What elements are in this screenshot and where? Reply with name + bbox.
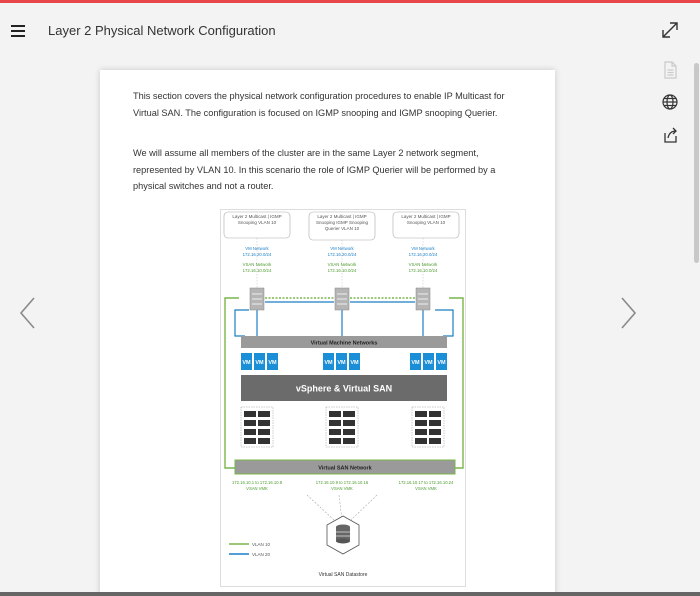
- server-group-2: [325, 406, 359, 448]
- svg-text:VM: VM: [350, 360, 359, 366]
- hamburger-icon[interactable]: [11, 25, 25, 37]
- host-1-vm-label: VM Network: [245, 246, 269, 251]
- svg-text:VM: VM: [324, 360, 333, 366]
- scrollbar[interactable]: [692, 55, 700, 596]
- vm-box: VM: [254, 353, 265, 370]
- server-group-1: [240, 406, 274, 448]
- host-1-vm-ip: 172.16.20.0/24: [243, 252, 272, 257]
- host-2-vsan-label: VSAN Network: [328, 262, 358, 267]
- callout-1: Layer 2 Multicast | IGMP Snooping VLAN 1…: [223, 211, 291, 239]
- host-3-vsan-ip: 172.16.10.0/24: [409, 268, 438, 273]
- vmk-label-3: VSAN VMK: [415, 486, 437, 491]
- vmk-range-1: 172.16.10.1 to 172.16.10.8: [232, 480, 283, 485]
- svg-text:VM: VM: [255, 360, 264, 366]
- datastore-icon: [326, 515, 360, 555]
- svg-text:VM: VM: [337, 360, 346, 366]
- share-icon[interactable]: [658, 123, 682, 147]
- host-2-vm-ip: 172.16.20.0/24: [328, 252, 357, 257]
- expand-icon[interactable]: [658, 18, 682, 42]
- vmk-label-1: VSAN VMK: [246, 486, 268, 491]
- callout-3: Layer 2 Multicast | IGMP Snooping VLAN 1…: [392, 211, 460, 239]
- vm-box: VM: [423, 353, 434, 370]
- vm-network-label: Virtual Machine Networks: [311, 341, 378, 347]
- host-1-vsan-label: VSAN Network: [243, 262, 273, 267]
- vm-box: VM: [410, 353, 421, 370]
- page-title: Layer 2 Physical Network Configuration: [48, 23, 276, 38]
- svg-text:VM: VM: [411, 360, 420, 366]
- vmk-range-2: 172.16.10.9 to 172.16.10.16: [316, 480, 369, 485]
- vsan-network-label: Virtual SAN Network: [318, 466, 372, 472]
- svg-text:VM: VM: [242, 360, 251, 366]
- legend-vlan20: VLAN 20: [252, 552, 271, 557]
- bottom-strip: [0, 592, 700, 596]
- switch-1: [249, 287, 265, 311]
- vm-box: VM: [349, 353, 360, 370]
- chevron-left-icon[interactable]: [18, 296, 38, 330]
- host-labels: VM Network 172.16.20.0/24 VSAN Network 1…: [243, 246, 439, 273]
- server-group-3: [411, 406, 445, 448]
- side-toolbar: [656, 0, 684, 596]
- vsphere-label: vSphere & Virtual SAN: [296, 384, 392, 394]
- document-page: This section covers the physical network…: [100, 70, 555, 596]
- document-icon[interactable]: [658, 58, 682, 82]
- host-3-vm-ip: 172.16.20.0/24: [409, 252, 438, 257]
- legend-vlan10: VLAN 10: [252, 542, 271, 547]
- datastore-label: Virtual SAN Datastore: [319, 572, 368, 578]
- callout-3-label: Layer 2 Multicast | IGMP Snooping VLAN 1…: [401, 214, 451, 225]
- network-diagram: Layer 2 Multicast | IGMP Snooping VLAN 1…: [220, 209, 466, 587]
- intro-paragraph: This section covers the physical network…: [133, 91, 505, 118]
- host-2-vsan-ip: 172.16.10.0/24: [328, 268, 357, 273]
- header: Layer 2 Physical Network Configuration: [0, 3, 700, 55]
- scenario-paragraph: We will assume all members of the cluste…: [133, 148, 496, 191]
- host-3-vsan-label: VSAN Network: [409, 262, 439, 267]
- vmk-range-3: 172.16.10.17 to 172.16.10.24: [399, 480, 454, 485]
- host-2-vm-label: VM Network: [330, 246, 354, 251]
- svg-text:VM: VM: [424, 360, 433, 366]
- callout-2: Layer 2 Multicast | IGMP Snooping IGMP S…: [308, 211, 376, 241]
- host-1-vsan-ip: 172.16.10.0/24: [243, 268, 272, 273]
- vmk-label-2: VSAN VMK: [331, 486, 353, 491]
- globe-icon[interactable]: [658, 90, 682, 114]
- vm-box: VM: [241, 353, 252, 370]
- callout-2-label: Layer 2 Multicast | IGMP Snooping IGMP S…: [316, 214, 368, 231]
- switch-2: [334, 287, 350, 311]
- scrollbar-thumb[interactable]: [694, 63, 699, 263]
- vm-box: VM: [336, 353, 347, 370]
- switch-3: [415, 287, 431, 311]
- svg-text:VM: VM: [268, 360, 277, 366]
- callout-1-label: Layer 2 Multicast | IGMP Snooping VLAN 1…: [232, 214, 282, 225]
- legend: VLAN 10 VLAN 20: [229, 542, 271, 557]
- vm-box: VM: [323, 353, 334, 370]
- vm-box: VM: [267, 353, 278, 370]
- host-3-vm-label: VM Network: [411, 246, 435, 251]
- svg-text:VM: VM: [437, 360, 446, 366]
- chevron-right-icon[interactable]: [618, 296, 638, 330]
- vm-box: VM: [436, 353, 447, 370]
